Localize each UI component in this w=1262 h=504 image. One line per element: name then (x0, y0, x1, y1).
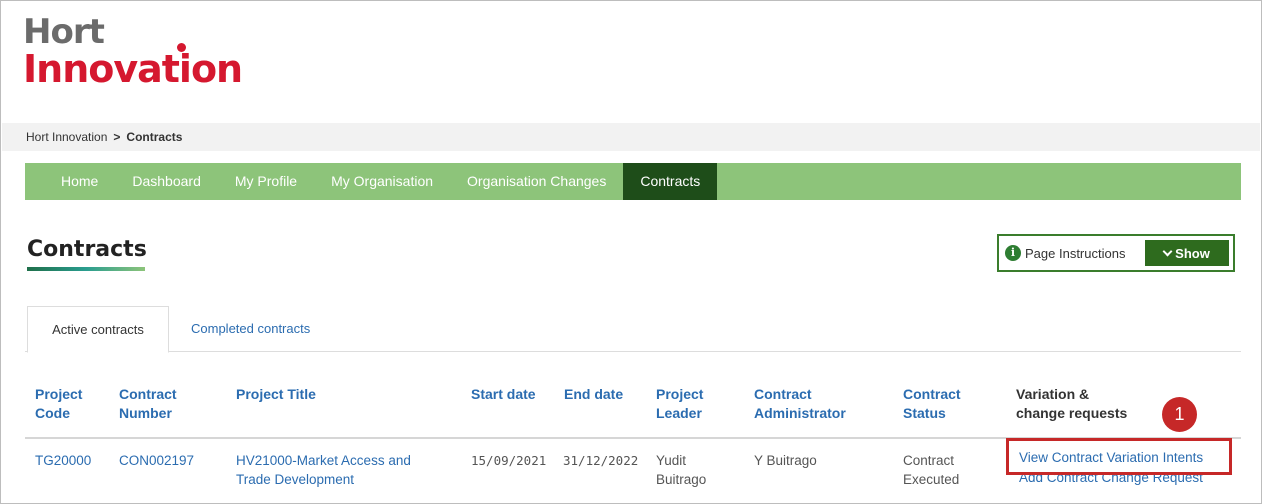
cell-line: Buitrago (656, 472, 707, 487)
tab-active-contracts[interactable]: Active contracts (27, 306, 169, 353)
header-line: Project (656, 386, 704, 402)
nav-my-organisation[interactable]: My Organisation (314, 163, 450, 200)
info-icon: i (1005, 245, 1021, 261)
breadcrumb-root-link[interactable]: Hort Innovation (26, 130, 107, 144)
header-project-title[interactable]: Project Title (236, 385, 316, 404)
nav-contracts[interactable]: Contracts (623, 163, 718, 200)
header-line: Project Title (236, 386, 316, 402)
annotation-number-badge: 1 (1162, 397, 1197, 432)
header-variation-requests: Variation & change requests (1016, 385, 1127, 423)
cell-line: HV21000-Market Access and (236, 453, 411, 468)
page-instructions-panel: i Page Instructions Show (997, 234, 1235, 272)
header-line: change requests (1016, 405, 1128, 421)
tab-completed-contracts[interactable]: Completed contracts (191, 306, 310, 352)
view-contract-variation-intents-link[interactable]: View Contract Variation Intents (1019, 450, 1203, 465)
nav-organisation-changes[interactable]: Organisation Changes (450, 163, 623, 200)
cell-project-title[interactable]: HV21000-Market Access and Trade Developme… (236, 451, 411, 489)
cell-start-date: 15/09/2021 (471, 453, 547, 468)
breadcrumb-current: Contracts (126, 130, 183, 144)
header-line: Project (35, 386, 83, 402)
page-instructions-label: Page Instructions (1025, 245, 1126, 261)
nav-home[interactable]: Home (25, 163, 115, 200)
main-nav: Home Dashboard My Profile My Organisatio… (25, 163, 1241, 200)
header-line: Variation & (1016, 386, 1090, 402)
logo-line-2: Innovation (23, 43, 243, 91)
header-line: Number (119, 405, 172, 421)
nav-my-profile[interactable]: My Profile (218, 163, 314, 200)
header-line: Contract (754, 386, 812, 402)
logo-line-2-text: Innovation (23, 47, 243, 91)
logo-line-1: Hort (23, 12, 105, 52)
nav-dashboard[interactable]: Dashboard (115, 163, 218, 200)
header-line: Status (903, 405, 946, 421)
header-line: Start date (471, 386, 536, 402)
show-instructions-button[interactable]: Show (1145, 240, 1229, 266)
cell-project-code[interactable]: TG20000 (35, 451, 91, 470)
breadcrumb: Hort Innovation > Contracts (2, 123, 1260, 151)
page-frame: Hort Innovation Hort Innovation > Contract… (0, 0, 1262, 504)
cell-line: Yudit (656, 453, 687, 468)
logo-dot (177, 43, 186, 52)
cell-end-date: 31/12/2022 (563, 453, 639, 468)
header-project-leader[interactable]: Project Leader (656, 385, 703, 423)
hort-innovation-logo[interactable]: Hort Innovation (23, 12, 243, 91)
header-line: Code (35, 405, 70, 421)
header-line: Administrator (754, 405, 846, 421)
chevron-down-icon (1162, 246, 1173, 256)
header-contract-status[interactable]: Contract Status (903, 385, 961, 423)
cell-contract-number[interactable]: CON002197 (119, 451, 194, 470)
header-contract-number[interactable]: Contract Number (119, 385, 177, 423)
show-button-label: Show (1175, 245, 1210, 261)
header-end-date[interactable]: End date (564, 385, 623, 404)
header-line: End date (564, 386, 624, 402)
header-start-date[interactable]: Start date (471, 385, 536, 404)
title-underline (27, 267, 145, 271)
breadcrumb-separator: > (113, 130, 121, 144)
cell-line: Executed (903, 472, 960, 487)
header-contract-administrator[interactable]: Contract Administrator (754, 385, 846, 423)
cell-project-leader: Yudit Buitrago (656, 451, 706, 489)
header-project-code[interactable]: Project Code (35, 385, 82, 423)
cell-line: Contract (903, 453, 955, 468)
cell-line: Trade Development (236, 472, 355, 487)
cell-contract-administrator: Y Buitrago (754, 453, 817, 468)
header-line: Contract (119, 386, 177, 402)
page-title: Contracts (27, 237, 147, 262)
header-line: Contract (903, 386, 961, 402)
header-line: Leader (656, 405, 702, 421)
cell-contract-status: Contract Executed (903, 451, 959, 489)
